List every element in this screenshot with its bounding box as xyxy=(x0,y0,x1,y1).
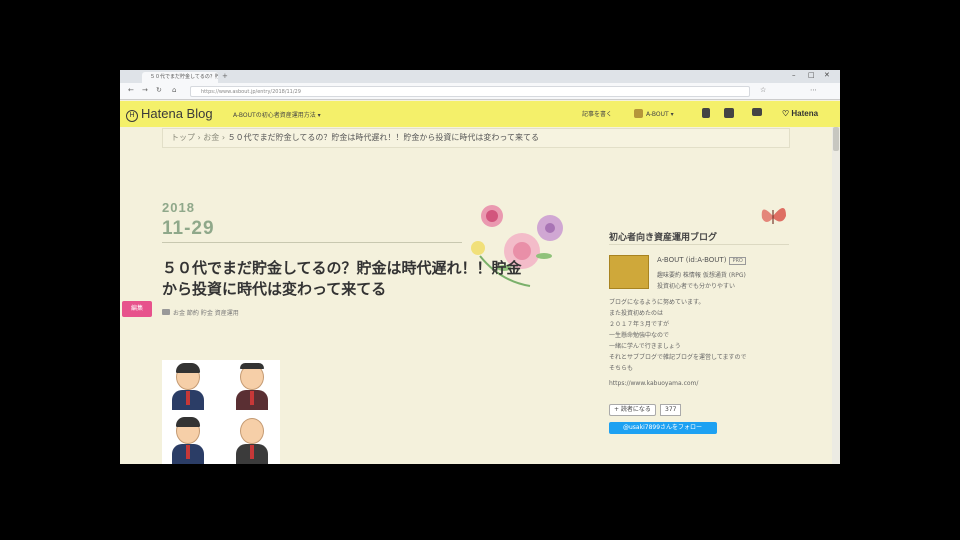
message-icon[interactable] xyxy=(752,108,762,116)
man-illustration xyxy=(232,416,272,464)
pro-badge: PRO xyxy=(729,257,746,265)
businessmen-illustration xyxy=(162,360,280,464)
scrollbar[interactable] xyxy=(832,127,840,464)
profile-line: 一緒に学んで行きましょう xyxy=(609,343,681,350)
forward-icon[interactable]: → xyxy=(142,86,148,94)
subscribe-button[interactable]: + 読者になる xyxy=(609,404,656,416)
profile-name-text: A-BOUT (id:A-BOUT) xyxy=(657,256,727,264)
profile-line: 一生懸命勉強中なので xyxy=(609,332,670,339)
man-illustration xyxy=(168,362,208,410)
browser-tab[interactable]: ５０代でまだ貯金してるの？貯金は時代 xyxy=(142,72,218,83)
hatena-menu[interactable]: ♡ Hatena xyxy=(782,109,818,118)
breadcrumb-current: ５０代でまだ貯金してるの？貯金は時代遅れ！！貯金から投資に時代は変わって来てる xyxy=(227,133,539,142)
profile-line: 趣味要約 株情報 仮想通貨 (RPG) xyxy=(657,272,746,279)
grid-menu-icon[interactable] xyxy=(724,108,734,118)
folder-icon xyxy=(162,309,170,315)
profile-name[interactable]: A-BOUT (id:A-BOUT) PRO xyxy=(657,256,746,265)
date-divider xyxy=(162,242,462,243)
edit-tag-button[interactable]: 編集 xyxy=(122,301,152,317)
breadcrumb-top[interactable]: トップ xyxy=(171,133,195,142)
profile-line: また投資初めたのは xyxy=(609,310,664,317)
breadcrumb-separator: › xyxy=(197,133,201,142)
user-avatar-icon xyxy=(634,109,643,118)
back-icon[interactable]: ← xyxy=(128,86,134,94)
sidebar-title[interactable]: 初心者向き資産運用ブログ xyxy=(609,230,717,243)
screen: ５０代でまだ貯金してるの？貯金は時代 + – □ ✕ ← → ↻ ⌂ https… xyxy=(120,70,840,464)
hatena-header: H Hatena Blog A-BOUTの初心者資産運用方法 ▾ 記事を書く A-… xyxy=(120,101,840,127)
profile-line: それとサブブログで雑記ブログを運営してますので xyxy=(609,354,747,361)
article-title-line2: から投資に時代は変わって来てる xyxy=(162,280,387,298)
reload-icon[interactable]: ↻ xyxy=(156,86,162,94)
address-bar-row: ← → ↻ ⌂ https://www.asbout.jp/entry/2018… xyxy=(120,83,840,100)
man-illustration xyxy=(232,362,272,410)
hatena-logo-icon: H xyxy=(126,110,138,122)
maximize-icon[interactable]: □ xyxy=(808,71,815,79)
browser-tabbar: ５０代でまだ貯金してるの？貯金は時代 + – □ ✕ xyxy=(120,70,840,83)
blog-name-menu[interactable]: A-BOUTの初心者資産運用方法 ▾ xyxy=(233,110,321,119)
breadcrumb-category[interactable]: お金 xyxy=(203,133,219,142)
breadcrumb-separator: › xyxy=(221,133,226,142)
star-icon[interactable]: ☆ xyxy=(760,86,766,94)
profile-line: ブログになるように努めています。 xyxy=(609,299,705,306)
profile-avatar[interactable] xyxy=(609,255,649,289)
categories-text: お金 節約 貯金 資産運用 xyxy=(173,310,239,317)
profile-line: 投資初心者でも分かりやすい xyxy=(657,283,736,290)
article-title-line1: ５０代でまだ貯金してるの？貯金は時代遅れ！！貯金 xyxy=(162,259,522,277)
close-icon[interactable]: ✕ xyxy=(824,71,830,79)
sidebar-divider xyxy=(609,244,789,245)
logo-text: Hatena Blog xyxy=(141,106,213,121)
menu-icon[interactable]: ⋯ xyxy=(810,86,817,94)
home-icon[interactable]: ⌂ xyxy=(172,86,176,94)
write-article-link[interactable]: 記事を書く xyxy=(582,109,612,118)
profile-link[interactable]: https://www.kabuoyama.com/ xyxy=(609,378,799,389)
breadcrumb: トップ › お金 › ５０代でまだ貯金してるの？貯金は時代遅れ！！貯金から投資に… xyxy=(162,128,790,148)
minimize-icon[interactable]: – xyxy=(792,71,796,79)
twitter-follow-label: @usaki7899さんをフォロー xyxy=(623,424,703,431)
new-tab-button[interactable]: + xyxy=(222,72,228,80)
article-date-year[interactable]: 2018 xyxy=(162,200,195,215)
article-title[interactable]: ５０代でまだ貯金してるの？貯金は時代遅れ！！貯金 から投資に時代は変わって来てる xyxy=(162,258,572,300)
article-categories[interactable]: お金 節約 貯金 資産運用 xyxy=(162,308,239,317)
butterfly-icon xyxy=(761,208,786,224)
hatena-blog-logo[interactable]: H Hatena Blog xyxy=(126,106,213,122)
article-date-monthday[interactable]: 11-29 xyxy=(162,218,215,240)
url-field[interactable]: https://www.asbout.jp/entry/2018/11/29 xyxy=(190,86,750,97)
profile-line: ２０１７年３月ですが xyxy=(609,321,670,328)
reader-count: 377 xyxy=(660,404,682,416)
twitter-follow-button[interactable]: @usaki7899さんをフォロー xyxy=(609,422,717,434)
notification-icon[interactable] xyxy=(702,108,710,118)
user-menu-label: A-BOUT ▾ xyxy=(646,111,674,118)
scrollbar-thumb[interactable] xyxy=(833,127,839,151)
user-menu[interactable]: A-BOUT ▾ xyxy=(634,109,674,118)
hatena-label: Hatena xyxy=(791,109,819,118)
man-illustration xyxy=(168,416,208,464)
profile-line: そちらも xyxy=(609,365,634,372)
